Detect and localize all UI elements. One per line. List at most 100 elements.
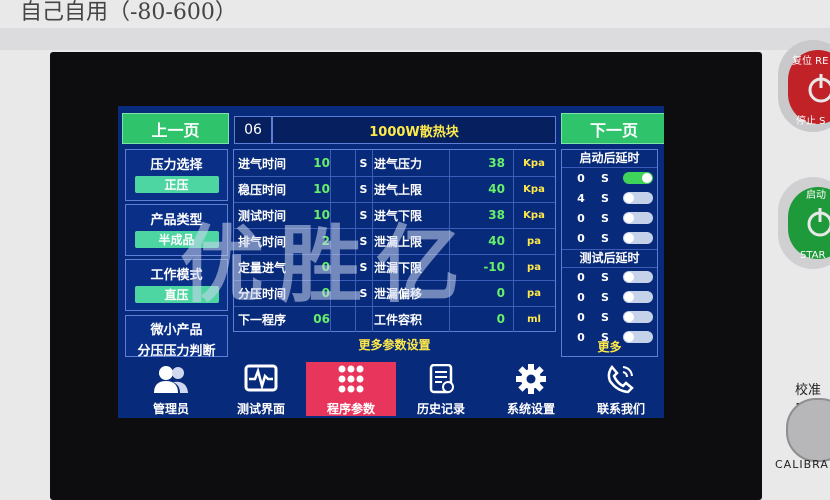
stop-button-label: 停止 S — [796, 116, 826, 127]
delay-toggle[interactable] — [623, 291, 653, 303]
delay-value[interactable]: 0 — [568, 170, 594, 186]
param-value[interactable]: 10 — [306, 150, 330, 176]
micro-product-box[interactable]: 微小产品 分压压力判断 — [125, 315, 228, 359]
param-value[interactable]: 0 — [306, 280, 330, 306]
users-icon — [154, 366, 188, 393]
param-unit: pa — [527, 287, 541, 299]
param-value[interactable]: 10 — [306, 202, 330, 228]
pressure-select-box: 压力选择 正压 — [125, 149, 228, 201]
program-name[interactable]: 1000W散热块 — [272, 116, 556, 144]
delay-value[interactable]: 0 — [568, 210, 594, 226]
delay-panel: 启动后延时 0S4S0S0S 测试后延时 0S0S0S0S 更多 — [561, 149, 658, 357]
work-mode-value[interactable]: 直压 — [134, 286, 219, 303]
hmi-screen: 上一页 下一页 06 1000W散热块 压力选择 正压 产品类型 半成品 工作模… — [118, 106, 664, 418]
work-mode-title: 工作模式 — [150, 268, 203, 283]
toggle-knob — [624, 233, 634, 243]
param-row: 分压时间 0 S 泄漏偏移 0 pa — [234, 280, 555, 307]
nav-program-params[interactable]: 程序参数 — [306, 362, 396, 416]
gear-icon — [516, 364, 546, 394]
pressure-select-value[interactable]: 正压 — [134, 176, 219, 193]
param-unit: S — [359, 234, 368, 248]
delay-toggle[interactable] — [623, 271, 653, 283]
param-value[interactable]: 06 — [306, 306, 330, 332]
param-label: 进气下限 — [374, 208, 423, 223]
delay-unit: S — [601, 231, 609, 245]
param-value[interactable]: 0 — [449, 280, 505, 306]
param-label: 进气压力 — [374, 156, 423, 171]
toggle-knob — [624, 193, 634, 203]
param-unit: S — [359, 208, 368, 222]
power-icon — [808, 74, 830, 103]
nav-system-settings-label: 系统设置 — [506, 402, 555, 416]
delay-row: 0S — [562, 287, 657, 307]
param-unit: S — [359, 286, 368, 300]
program-number[interactable]: 06 — [234, 116, 272, 144]
delay-unit: S — [601, 191, 609, 205]
nav-history-label: 历史记录 — [416, 402, 465, 416]
param-row: 定量进气 0 S 泄漏下限 -10 pa — [234, 254, 555, 281]
param-row: 排气时间 2 S 泄漏上限 40 pa — [234, 228, 555, 255]
parameter-grid: 进气时间 10 S 进气压力 38 Kpa 稳压时间 10 S 进气上限 40 Kpa 测试时间 10 S 进… — [233, 149, 556, 332]
param-label: 泄漏下限 — [374, 260, 423, 275]
param-label: 泄漏上限 — [374, 234, 423, 249]
param-value[interactable]: 38 — [449, 202, 505, 228]
delay-toggle[interactable] — [623, 311, 653, 323]
delay-toggle[interactable] — [623, 232, 653, 244]
param-value[interactable]: 40 — [449, 176, 505, 202]
product-type-value[interactable]: 半成品 — [134, 231, 219, 248]
param-value[interactable]: 10 — [306, 176, 330, 202]
delay-toggle[interactable] — [623, 192, 653, 204]
nav-test-screen-label: 测试界面 — [236, 402, 285, 416]
delay-value[interactable]: 0 — [568, 269, 594, 285]
nav-system-settings[interactable]: 系统设置 — [486, 362, 576, 416]
nav-admin-label: 管理员 — [152, 402, 189, 416]
work-mode-box: 工作模式 直压 — [125, 259, 228, 311]
nav-test-screen[interactable]: 测试界面 — [216, 362, 306, 416]
param-row: 测试时间 10 S 进气下限 38 Kpa — [234, 202, 555, 229]
start-button-label: 启动 — [806, 190, 826, 201]
delay-row: 0S — [562, 228, 657, 248]
left-settings-panel: 压力选择 正压 产品类型 半成品 工作模式 直压 微小产品 分压压力判断 — [125, 149, 228, 359]
param-unit: Kpa — [523, 209, 545, 221]
param-value[interactable]: 38 — [449, 150, 505, 176]
prev-page-button[interactable]: 上一页 — [122, 113, 229, 144]
partial-pressure-judge-label: 分压压力判断 — [137, 344, 216, 359]
nav-admin[interactable]: 管理员 — [126, 362, 216, 416]
panel-header-label: 自己自用（-80-600） — [20, 0, 237, 25]
delay-value[interactable]: 0 — [568, 230, 594, 246]
panel-strip — [0, 28, 830, 50]
param-unit: pa — [527, 235, 541, 247]
calibration-text: CALIBRA — [775, 458, 829, 471]
waveform-monitor-icon — [244, 364, 278, 392]
nav-contact-us[interactable]: 联系我们 — [576, 362, 664, 416]
delay-more-button[interactable]: 更多 — [562, 339, 657, 356]
param-row: 稳压时间 10 S 进气上限 40 Kpa — [234, 176, 555, 203]
param-unit: pa — [527, 261, 541, 273]
document-history-icon — [429, 364, 454, 394]
param-value[interactable]: 0 — [306, 254, 330, 280]
next-page-button[interactable]: 下一页 — [561, 113, 664, 144]
param-row: 下一程序 06 工件容积 0 ml — [234, 306, 555, 332]
delay-toggle[interactable] — [623, 172, 653, 184]
calibration-port[interactable] — [786, 398, 830, 462]
delay-value[interactable]: 0 — [568, 309, 594, 325]
delay-value[interactable]: 0 — [568, 289, 594, 305]
param-label: 进气上限 — [374, 182, 423, 197]
param-unit — [355, 306, 372, 332]
toggle-knob — [624, 312, 634, 322]
param-value[interactable]: -10 — [449, 254, 505, 280]
delay-toggle[interactable] — [623, 212, 653, 224]
delay-value[interactable]: 4 — [568, 190, 594, 206]
more-params-button[interactable]: 更多参数设置 — [233, 334, 556, 354]
param-unit: S — [359, 260, 368, 274]
param-row: 进气时间 10 S 进气压力 38 Kpa — [234, 150, 555, 177]
param-value[interactable]: 40 — [449, 228, 505, 254]
nav-history[interactable]: 历史记录 — [396, 362, 486, 416]
start-delay-title: 启动后延时 — [562, 150, 657, 168]
start-power-icon — [807, 208, 830, 237]
phone-icon — [607, 364, 634, 394]
delay-unit: S — [601, 211, 609, 225]
param-value[interactable]: 0 — [449, 306, 505, 332]
keypad-grid-icon — [338, 365, 364, 393]
param-value[interactable]: 2 — [306, 228, 330, 254]
